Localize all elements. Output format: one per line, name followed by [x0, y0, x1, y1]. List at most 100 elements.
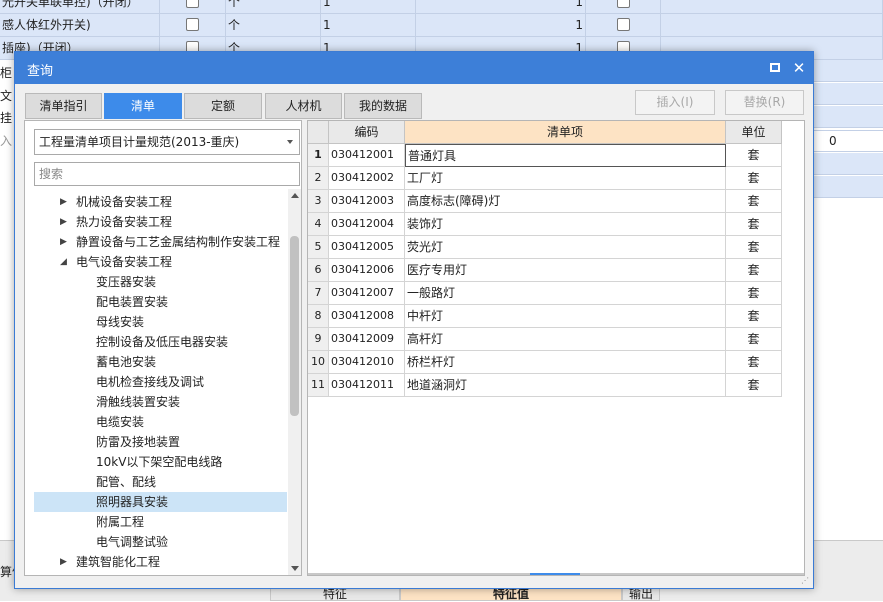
tree-item[interactable]: 电气调整试验 — [34, 532, 287, 552]
replace-button[interactable]: 替换(R) — [725, 90, 804, 115]
tree-item[interactable]: 母线安装 — [34, 312, 287, 332]
cell-unit[interactable]: 套 — [726, 213, 782, 236]
table-row[interactable]: 4 030412004 装饰灯套 — [308, 213, 784, 236]
cell-unit[interactable]: 套 — [726, 259, 782, 282]
expand-arrow-icon[interactable]: ▶ — [60, 552, 67, 572]
row-index[interactable]: 4 — [308, 213, 329, 236]
cell-name[interactable]: 一般路灯 — [405, 282, 726, 305]
cell-name[interactable]: 医疗专用灯 — [405, 259, 726, 282]
cell-name[interactable]: 工厂灯 — [405, 167, 726, 190]
cell-unit[interactable]: 套 — [726, 282, 782, 305]
row-index[interactable]: 9 — [308, 328, 329, 351]
cell-unit[interactable]: 套 — [726, 351, 782, 374]
row-index[interactable]: 6 — [308, 259, 329, 282]
expand-arrow-icon[interactable]: ▶ — [60, 192, 67, 212]
table-row[interactable]: 1 030412001 普通灯具套 — [308, 144, 784, 167]
grid-header-code[interactable]: 编码 — [329, 121, 405, 144]
row-index[interactable]: 10 — [308, 351, 329, 374]
cell-unit[interactable]: 套 — [726, 305, 782, 328]
cell-unit[interactable]: 套 — [726, 236, 782, 259]
close-icon[interactable]: ✕ — [789, 58, 809, 78]
tree-item[interactable]: 电缆安装 — [34, 412, 287, 432]
row-index[interactable]: 7 — [308, 282, 329, 305]
tab-list-guide[interactable]: 清单指引 — [25, 93, 102, 119]
table-row[interactable]: 9 030412009 高杆灯套 — [308, 328, 784, 351]
cell-code[interactable]: 030412002 — [329, 167, 405, 190]
scroll-up-icon[interactable] — [291, 193, 299, 198]
cell-code[interactable]: 030412008 — [329, 305, 405, 328]
resize-grip-icon[interactable]: ⋰ — [801, 576, 811, 586]
expand-arrow-icon[interactable]: ▶ — [60, 572, 67, 575]
tree-item[interactable]: 滑触线装置安装 — [34, 392, 287, 412]
cell-code[interactable]: 030412005 — [329, 236, 405, 259]
cell-code[interactable]: 030412010 — [329, 351, 405, 374]
bg-checkbox[interactable] — [617, 0, 630, 8]
scroll-thumb[interactable] — [290, 236, 299, 416]
collapse-arrow-icon[interactable]: ◢ — [60, 252, 67, 272]
cell-name[interactable]: 普通灯具 — [405, 144, 726, 167]
tree-item[interactable]: 附属工程 — [34, 512, 287, 532]
table-row[interactable]: 5 030412005 荧光灯套 — [308, 236, 784, 259]
row-index[interactable]: 11 — [308, 374, 329, 397]
grid-header-unit[interactable]: 单位 — [726, 121, 782, 144]
scroll-down-icon[interactable] — [291, 566, 299, 571]
row-index[interactable]: 8 — [308, 305, 329, 328]
cell-unit[interactable]: 套 — [726, 328, 782, 351]
row-index[interactable]: 1 — [308, 144, 329, 167]
row-index[interactable]: 5 — [308, 236, 329, 259]
tree-scrollbar[interactable] — [288, 189, 301, 575]
tab-labor-material-machine[interactable]: 人材机 — [265, 93, 342, 119]
tab-list[interactable]: 清单 — [104, 93, 182, 119]
tree-item[interactable]: ▶ 机械设备安装工程 — [34, 192, 287, 212]
cell-code[interactable]: 030412007 — [329, 282, 405, 305]
table-row[interactable]: 8 030412008 中杆灯套 — [308, 305, 784, 328]
cell-name[interactable]: 地道涵洞灯 — [405, 374, 726, 397]
bg-checkbox[interactable] — [186, 0, 199, 8]
tree-item[interactable]: 照明器具安装 — [34, 492, 287, 512]
tree-item[interactable]: 蓄电池安装 — [34, 352, 287, 372]
tree-item[interactable]: 10kV以下架空配电线路 — [34, 452, 287, 472]
tree-item[interactable]: ▶ 建筑智能化工程 — [34, 552, 287, 572]
bg-table-row[interactable]: 光开关单联单控)（开闭） 个 1 1 — [0, 0, 883, 14]
cell-unit[interactable]: 套 — [726, 167, 782, 190]
cell-unit[interactable]: 套 — [726, 374, 782, 397]
cell-code[interactable]: 030412001 — [329, 144, 405, 167]
cell-name[interactable]: 装饰灯 — [405, 213, 726, 236]
tab-my-data[interactable]: 我的数据 — [344, 93, 422, 119]
search-input[interactable] — [34, 162, 300, 186]
tree-item[interactable]: ▶ 热力设备安装工程 — [34, 212, 287, 232]
table-row[interactable]: 6 030412006 医疗专用灯套 — [308, 259, 784, 282]
tree-item[interactable]: ◢ 电气设备安装工程 — [34, 252, 287, 272]
cell-name[interactable]: 荧光灯 — [405, 236, 726, 259]
cell-code[interactable]: 030412009 — [329, 328, 405, 351]
tab-quota[interactable]: 定额 — [184, 93, 262, 119]
bg-table-row[interactable]: 感人体红外开关) 个 1 1 — [0, 14, 883, 37]
cell-code[interactable]: 030412011 — [329, 374, 405, 397]
maximize-icon[interactable] — [765, 58, 785, 78]
splitter-grip[interactable] — [530, 573, 580, 575]
tree-item[interactable]: ▶ 自动化控制仪表安装工程 — [34, 572, 287, 575]
row-index[interactable]: 2 — [308, 167, 329, 190]
tree-item[interactable]: 变压器安装 — [34, 272, 287, 292]
horizontal-splitter[interactable] — [308, 573, 804, 575]
cell-unit[interactable]: 套 — [726, 190, 782, 213]
row-index[interactable]: 3 — [308, 190, 329, 213]
table-row[interactable]: 2 030412002 工厂灯套 — [308, 167, 784, 190]
cell-code[interactable]: 030412006 — [329, 259, 405, 282]
expand-arrow-icon[interactable]: ▶ — [60, 232, 67, 252]
grid-header-name[interactable]: 清单项 — [405, 121, 726, 144]
dialog-titlebar[interactable]: 查询 ✕ — [15, 52, 813, 84]
tree-item[interactable]: 电机检查接线及调试 — [34, 372, 287, 392]
standard-select[interactable]: 工程量清单项目计量规范(2013-重庆) — [34, 129, 300, 155]
table-row[interactable]: 7 030412007 一般路灯套 — [308, 282, 784, 305]
tree-item[interactable]: ▶ 静置设备与工艺金属结构制作安装工程 — [34, 232, 287, 252]
cell-name[interactable]: 高度标志(障碍)灯 — [405, 190, 726, 213]
cell-unit[interactable]: 套 — [726, 144, 782, 167]
bg-checkbox[interactable] — [186, 18, 199, 31]
insert-button[interactable]: 插入(I) — [635, 90, 715, 115]
cell-name[interactable]: 中杆灯 — [405, 305, 726, 328]
table-row[interactable]: 11 030412011 地道涵洞灯套 — [308, 374, 784, 397]
tree-item[interactable]: 防雷及接地装置 — [34, 432, 287, 452]
tree-item[interactable]: 控制设备及低压电器安装 — [34, 332, 287, 352]
table-row[interactable]: 10 030412010 桥栏杆灯套 — [308, 351, 784, 374]
